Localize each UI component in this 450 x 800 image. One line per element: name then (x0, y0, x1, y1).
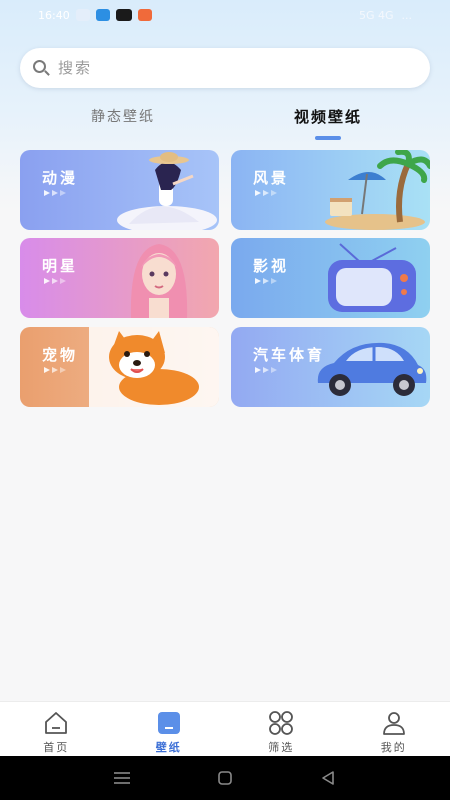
back-icon (322, 771, 335, 785)
battery-indicator: ... (401, 8, 413, 22)
category-card-scenery[interactable]: 风景 (231, 150, 430, 230)
search-bar[interactable] (20, 48, 430, 88)
play-arrows-icon (255, 367, 277, 373)
nav-item-filter[interactable]: 筛选 (225, 702, 338, 756)
nav-item-profile[interactable]: 我的 (338, 702, 450, 756)
menu-button[interactable] (102, 763, 142, 793)
active-tab-indicator (315, 136, 341, 140)
category-card-pets[interactable]: 宠物 (20, 327, 219, 407)
blue-car-illustration (317, 342, 427, 396)
nav-label: 筛选 (268, 741, 295, 754)
profile-icon (382, 712, 405, 735)
pink-hair-girl-illustration (130, 244, 188, 318)
search-input[interactable] (58, 59, 398, 77)
tab-video-wallpaper[interactable]: 视频壁纸 (258, 106, 398, 127)
category-card-celebrity[interactable]: 明星 (20, 238, 219, 318)
category-label: 风景 (253, 169, 290, 187)
shop-app-icon (137, 9, 152, 21)
category-label: 动漫 (42, 169, 79, 187)
category-label: 宠物 (42, 346, 79, 364)
back-button[interactable] (308, 763, 348, 793)
category-label: 明星 (42, 257, 79, 275)
category-label: 影视 (253, 257, 290, 275)
category-card-anime[interactable]: 动漫 (20, 150, 219, 230)
video-app-icon (115, 9, 132, 21)
nav-item-wallpaper[interactable]: 壁纸 (113, 702, 226, 756)
grid-filter-icon (269, 711, 294, 735)
play-arrows-icon (255, 190, 277, 196)
play-arrows-icon (44, 278, 66, 284)
play-arrows-icon (44, 190, 66, 196)
home-square-icon (218, 771, 232, 785)
menu-icon (113, 772, 130, 784)
wallpaper-icon (157, 712, 180, 734)
nav-label: 我的 (380, 741, 407, 754)
tab-static-wallpaper[interactable]: 静态壁纸 (53, 106, 193, 126)
home-icon (45, 712, 68, 734)
play-arrows-icon (44, 367, 66, 373)
system-navigation-bar (0, 756, 450, 800)
bottom-navigation: 首页 壁纸 筛选 我的 (0, 701, 450, 756)
browser-app-icon (95, 9, 110, 21)
wallpaper-tabs: 静态壁纸 视频壁纸 (0, 100, 450, 144)
network-indicator: 5G 4G (358, 8, 394, 22)
search-icon (32, 59, 50, 77)
category-card-auto-sports[interactable]: 汽车体育 (231, 327, 430, 407)
nav-item-home[interactable]: 首页 (0, 702, 113, 756)
play-arrows-icon (255, 278, 277, 284)
beach-illustration (325, 150, 430, 230)
status-bar: 16:40 5G 4G ... (0, 0, 450, 30)
nav-label: 壁纸 (155, 741, 182, 754)
retro-tv-illustration (328, 243, 416, 312)
chat-app-icon (75, 9, 90, 21)
category-card-film-tv[interactable]: 影视 (231, 238, 430, 318)
nav-label: 首页 (43, 741, 70, 754)
status-time: 16:40 (38, 8, 70, 22)
system-home-button[interactable] (205, 763, 245, 793)
shiba-dog-illustration (89, 327, 219, 407)
anime-girl-illustration (117, 152, 217, 230)
